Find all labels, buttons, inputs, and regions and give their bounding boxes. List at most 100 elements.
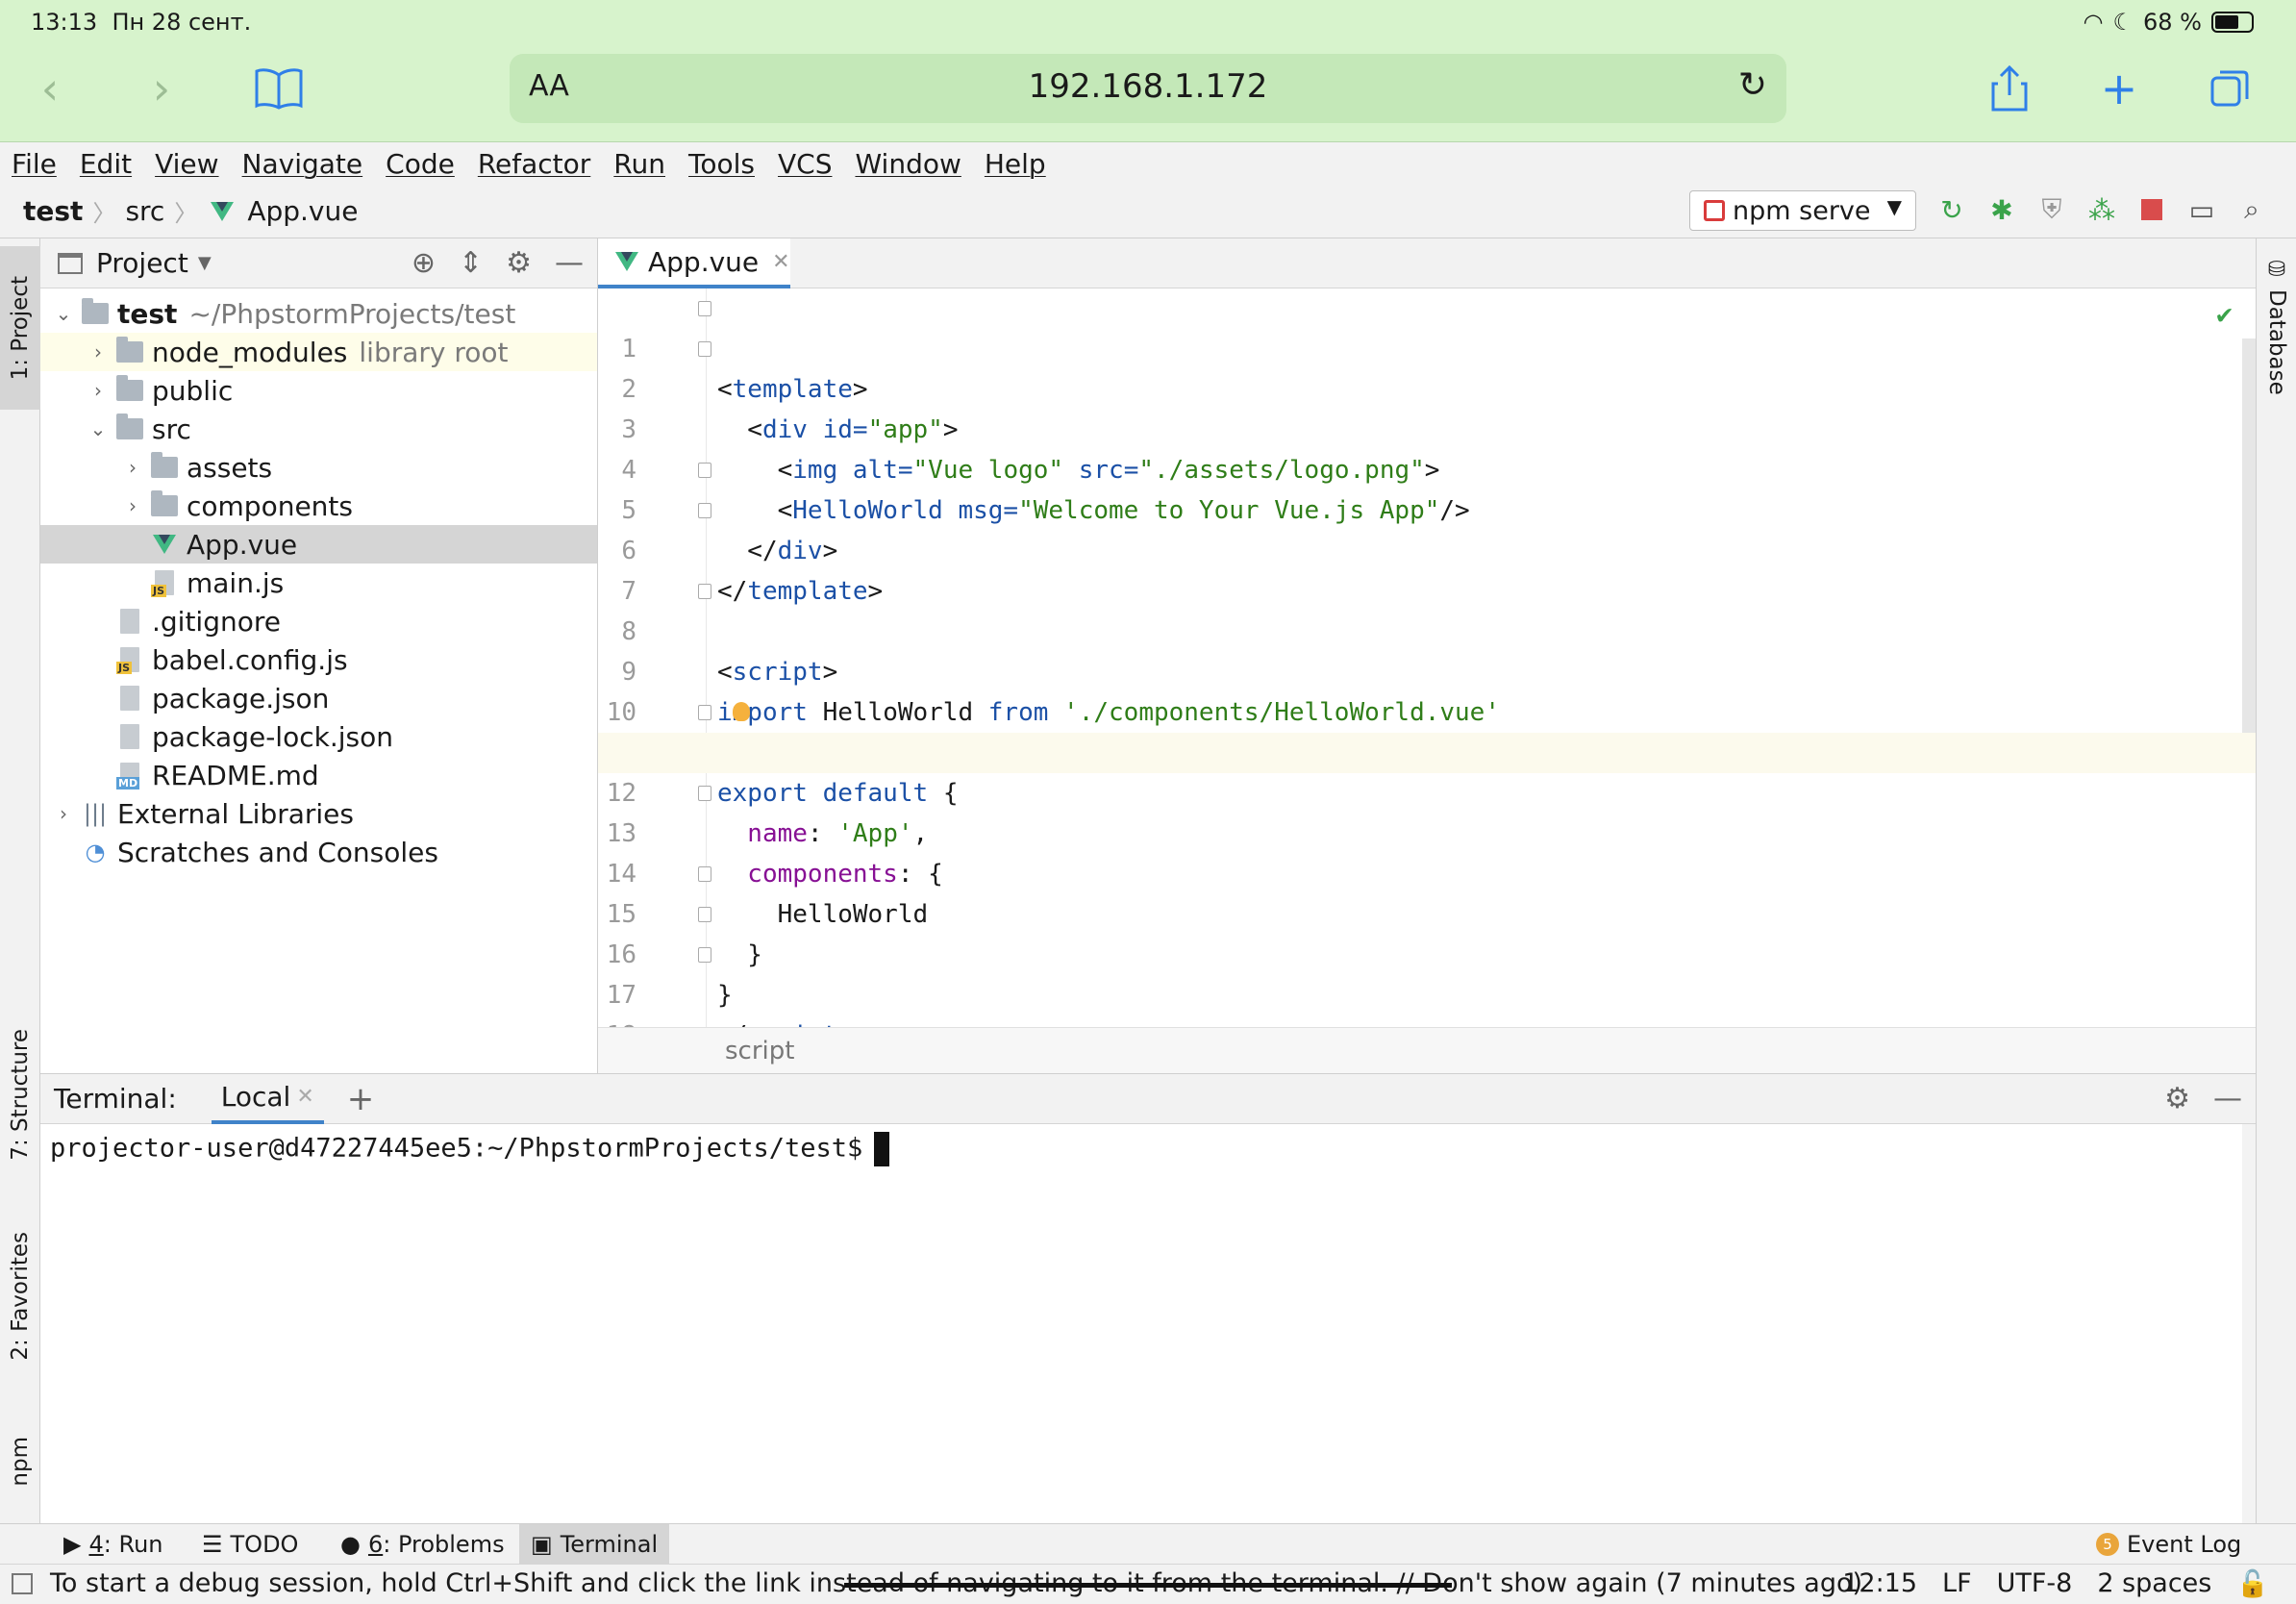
- terminal-output[interactable]: projector-user@d47227445ee5:~/PhpstormPr…: [40, 1124, 2256, 1174]
- minimize-icon[interactable]: —: [2213, 1082, 2242, 1115]
- code-area[interactable]: ✔ 1 <template> 2 <div id="app"> 3 <img a…: [598, 288, 2256, 1050]
- forward-icon[interactable]: ›: [135, 62, 188, 115]
- tree-item-node-modules[interactable]: › node_modules library root: [40, 333, 597, 371]
- menu-edit[interactable]: Edit: [80, 148, 132, 180]
- indent-settings[interactable]: 2 spaces: [2097, 1568, 2211, 1599]
- new-tab-icon[interactable]: +: [2092, 62, 2146, 115]
- coverage-icon[interactable]: ⛨: [2034, 192, 2069, 227]
- code-line[interactable]: 13 components: {: [598, 773, 2256, 889]
- collapse-all-icon[interactable]: ⇕: [459, 246, 483, 280]
- tree-item-scratches[interactable]: ◔ Scratches and Consoles: [40, 833, 597, 871]
- terminal-tool-button[interactable]: ▣ Terminal: [519, 1524, 670, 1565]
- search-icon[interactable]: ⌕: [2234, 192, 2269, 227]
- tab-structure[interactable]: 7: Structure: [0, 1017, 40, 1171]
- fold-icon[interactable]: [698, 907, 711, 922]
- code-line[interactable]: 6 </template>: [598, 490, 2256, 606]
- breadcrumb-file[interactable]: App.vue: [247, 195, 358, 227]
- code-line[interactable]: 1 <template>: [598, 288, 2256, 404]
- menu-refactor[interactable]: Refactor: [478, 148, 590, 180]
- breadcrumb-project[interactable]: test: [23, 195, 83, 227]
- code-line[interactable]: 9 import HelloWorld from './components/H…: [598, 612, 2256, 727]
- chevron-right-icon[interactable]: ›: [123, 494, 142, 517]
- chevron-right-icon[interactable]: ›: [123, 456, 142, 479]
- back-icon[interactable]: ‹: [23, 62, 77, 115]
- run-tool-button[interactable]: ▶ 4: Run: [52, 1524, 174, 1565]
- editor-tab-app-vue[interactable]: App.vue ✕: [598, 238, 790, 288]
- tree-item-package-json[interactable]: package.json: [40, 679, 597, 717]
- reload-icon[interactable]: ↻: [1738, 65, 1767, 105]
- lock-icon[interactable]: 🔓: [2236, 1568, 2269, 1599]
- editor-breadcrumb[interactable]: script: [598, 1027, 2256, 1073]
- tree-item-public[interactable]: › public: [40, 371, 597, 410]
- tree-item-package-lock[interactable]: package-lock.json: [40, 717, 597, 756]
- menu-file[interactable]: File: [12, 148, 57, 180]
- event-log-button[interactable]: 5 Event Log: [2084, 1524, 2253, 1565]
- tab-project[interactable]: 1: Project: [0, 246, 40, 410]
- rerun-icon[interactable]: ↻: [1934, 192, 1969, 227]
- project-structure-icon[interactable]: ▭: [2184, 192, 2219, 227]
- code-line[interactable]: 2 <div id="app">: [598, 329, 2256, 444]
- fold-icon[interactable]: [698, 301, 711, 316]
- fold-icon[interactable]: [698, 866, 711, 882]
- menu-run[interactable]: Run: [613, 148, 665, 180]
- fold-icon[interactable]: [698, 584, 711, 599]
- line-separator[interactable]: LF: [1942, 1568, 1972, 1599]
- chevron-down-icon[interactable]: ⌄: [54, 302, 73, 325]
- menu-view[interactable]: View: [155, 148, 218, 180]
- code-line[interactable]: 10: [598, 652, 2256, 727]
- fold-icon[interactable]: [698, 341, 711, 357]
- tree-item-babel-config[interactable]: JS babel.config.js: [40, 640, 597, 679]
- toggle-tool-windows-icon[interactable]: [12, 1573, 33, 1594]
- todo-tool-button[interactable]: ☰ TODO: [190, 1524, 310, 1565]
- menu-code[interactable]: Code: [386, 148, 455, 180]
- run-configuration-select[interactable]: npm serve ▼: [1689, 190, 1916, 231]
- code-line-current[interactable]: 12 name: 'App',: [598, 733, 2256, 848]
- code-line[interactable]: 3 <img alt="Vue logo" src="./assets/logo…: [598, 369, 2256, 485]
- tab-favorites[interactable]: 2: Favorites: [0, 1219, 40, 1373]
- address-bar[interactable]: AA 192.168.1.172 ↻: [510, 54, 1786, 123]
- terminal-tab-local[interactable]: Local ✕: [211, 1074, 324, 1124]
- menu-help[interactable]: Help: [985, 148, 1046, 180]
- chevron-down-icon[interactable]: ⌄: [88, 417, 108, 440]
- menu-window[interactable]: Window: [855, 148, 961, 180]
- problems-tool-button[interactable]: ● 6: Problems: [329, 1524, 516, 1565]
- fold-icon[interactable]: [698, 463, 711, 478]
- locate-icon[interactable]: ⊕: [412, 246, 436, 280]
- minimize-icon[interactable]: —: [555, 246, 584, 280]
- tabs-overview-icon[interactable]: [2204, 62, 2258, 115]
- tab-database[interactable]: ⛁ Database: [2257, 258, 2296, 395]
- tree-item-gitignore[interactable]: .gitignore: [40, 602, 597, 640]
- menu-tools[interactable]: Tools: [688, 148, 755, 180]
- profile-icon[interactable]: ⁂: [2084, 192, 2119, 227]
- url-text[interactable]: 192.168.1.172: [510, 67, 1786, 106]
- tab-npm[interactable]: npm: [0, 1414, 40, 1510]
- close-icon[interactable]: ✕: [772, 250, 789, 274]
- dropdown-arrow-icon[interactable]: ▼: [198, 253, 212, 273]
- new-terminal-icon[interactable]: +: [347, 1080, 375, 1118]
- share-icon[interactable]: [1983, 62, 2036, 115]
- chevron-right-icon[interactable]: ›: [88, 340, 108, 363]
- chevron-right-icon[interactable]: ›: [88, 379, 108, 402]
- stop-icon[interactable]: [2134, 192, 2169, 227]
- fold-icon[interactable]: [698, 786, 711, 801]
- project-panel-title[interactable]: Project: [96, 247, 188, 279]
- code-line[interactable]: 11 export default {: [598, 692, 2256, 808]
- debug-icon[interactable]: ✱: [1984, 192, 2019, 227]
- code-line[interactable]: 16 }: [598, 894, 2256, 1010]
- tree-item-main-js[interactable]: JS main.js: [40, 564, 597, 602]
- breadcrumb-folder[interactable]: src: [125, 195, 164, 227]
- file-encoding[interactable]: UTF-8: [1997, 1568, 2073, 1599]
- chevron-right-icon[interactable]: ›: [54, 802, 73, 825]
- code-line[interactable]: 17 </script>: [598, 935, 2256, 1050]
- tree-item-external-libraries[interactable]: › ||| External Libraries: [40, 794, 597, 833]
- tree-item-assets[interactable]: › assets: [40, 448, 597, 487]
- tree-item-app-vue[interactable]: App.vue: [40, 525, 597, 564]
- terminal-scrollbar[interactable]: [2242, 1124, 2256, 1524]
- code-line[interactable]: 18: [598, 975, 2256, 1050]
- menu-vcs[interactable]: VCS: [778, 148, 832, 180]
- tree-item-src[interactable]: ⌄ src: [40, 410, 597, 448]
- caret-position[interactable]: 12:15: [1842, 1568, 1917, 1599]
- tree-item-components[interactable]: › components: [40, 487, 597, 525]
- tree-item-readme[interactable]: MD README.md: [40, 756, 597, 794]
- fold-icon[interactable]: [698, 503, 711, 518]
